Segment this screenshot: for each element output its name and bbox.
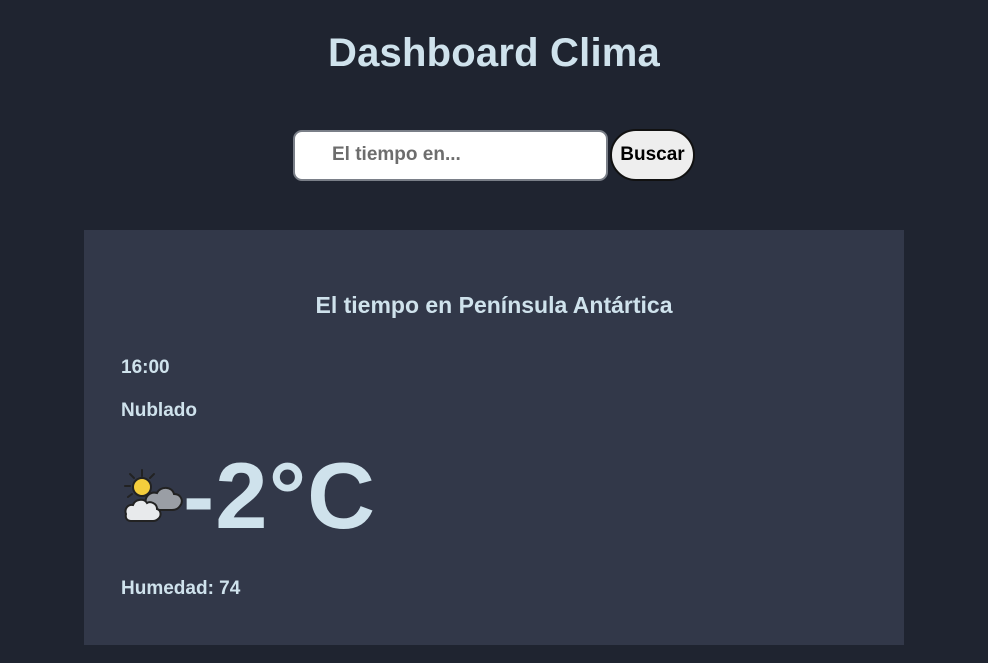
weather-dashboard-page: Dashboard Clima Buscar El tiempo en Pení… [0,0,988,663]
search-form: Buscar [293,129,695,181]
search-button[interactable]: Buscar [610,129,695,181]
search-input[interactable] [293,129,608,181]
weather-condition: Nublado [121,400,197,421]
humidity-value: Humedad: 74 [121,578,241,599]
page-title: Dashboard Clima [328,31,660,75]
weather-time: 16:00 [121,357,170,378]
weather-card: El tiempo en Península Antártica 16:00 N… [84,230,904,645]
weather-location-heading: El tiempo en Península Antártica [315,292,673,318]
temperature-value: -2°C [183,443,377,548]
partly-cloudy-icon [120,464,184,528]
temperature-row: -2°C [120,446,376,546]
